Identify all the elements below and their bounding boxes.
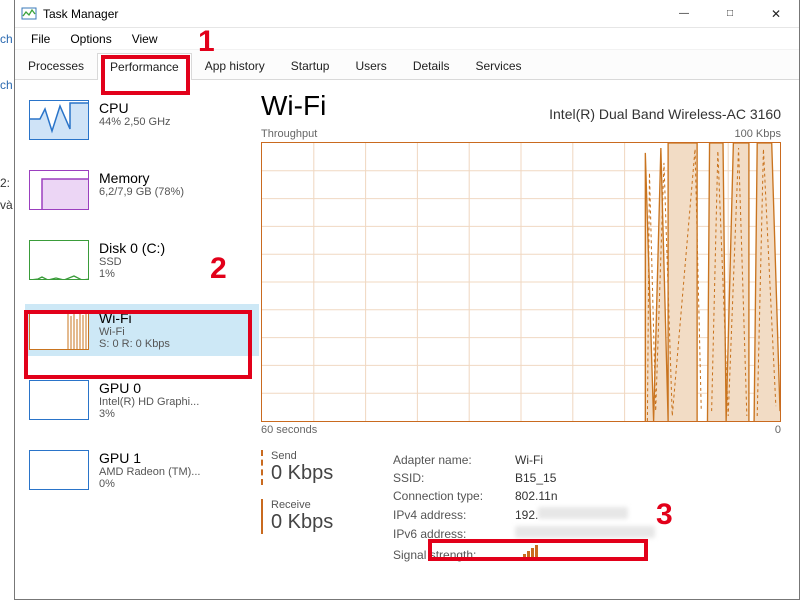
tab-details[interactable]: Details [400,52,463,79]
detail-title: Wi-Fi [261,90,326,122]
receive-value: 0 Kbps [271,511,391,534]
prop-val-ipv4: 192. [515,506,661,523]
prop-key: Connection type: [393,488,513,504]
titlebar: Task Manager — □ ✕ [15,0,799,28]
tab-startup[interactable]: Startup [278,52,343,79]
sidebar-item-sub: SSD [99,256,165,268]
prop-key: Adapter name: [393,452,513,468]
sidebar-item-label: GPU 1 [99,450,200,466]
network-properties: Adapter name: Wi-Fi SSID: B15_15 Connect… [391,450,663,567]
redacted-ip [538,507,628,519]
close-button[interactable]: ✕ [753,0,799,28]
sidebar-item-label: Wi-Fi [99,310,170,326]
bg-text: và [0,198,14,212]
tab-users[interactable]: Users [342,52,399,79]
sidebar-item-label: GPU 0 [99,380,199,396]
signal-bars-icon [519,545,538,561]
sidebar-item-label: Disk 0 (C:) [99,240,165,256]
sidebar-item-sub: 6,2/7,9 GB (78%) [99,186,184,198]
redacted-ip6 [515,526,655,538]
menu-options[interactable]: Options [60,30,121,48]
memory-thumb-icon [29,170,89,210]
prop-key: SSID: [393,470,513,486]
throughput-graph [261,142,781,422]
sidebar-item-cpu[interactable]: CPU 44% 2,50 GHz [25,94,259,146]
receive-label: Receive [271,499,391,511]
bg-text: 2: [0,176,14,190]
bg-text: ch [0,32,14,46]
bg-text: ch [0,78,14,92]
sidebar-item-sub: AMD Radeon (TM)... [99,466,200,478]
prop-key: IPv4 address: [393,506,513,523]
sidebar-item-sub: 44% 2,50 GHz [99,116,171,128]
tab-services[interactable]: Services [463,52,535,79]
performance-body: CPU 44% 2,50 GHz Memory 6,2/7,9 GB (78%) [15,80,799,599]
sidebar-item-sub: Intel(R) HD Graphi... [99,396,199,408]
tab-app-history[interactable]: App history [192,52,278,79]
sidebar-item-sub2: 3% [99,408,199,420]
adapter-name: Intel(R) Dual Band Wireless-AC 3160 [549,106,781,122]
menubar: File Options View [15,28,799,50]
tabs: Processes Performance App history Startu… [15,50,799,80]
cpu-thumb-icon [29,100,89,140]
sidebar-item-sub2: 0% [99,478,200,490]
prop-val-ipv6 [515,525,661,542]
graph-zero: 0 [775,424,781,436]
gpu0-thumb-icon [29,380,89,420]
send-value: 0 Kbps [271,462,391,485]
prop-val-signal [515,544,661,565]
sidebar-item-sub: Wi-Fi [99,326,170,338]
performance-detail: Wi-Fi Intel(R) Dual Band Wireless-AC 316… [261,80,799,599]
sidebar-item-gpu0[interactable]: GPU 0 Intel(R) HD Graphi... 3% [25,374,259,426]
graph-max: 100 Kbps [735,128,781,140]
task-manager-window: Task Manager — □ ✕ File Options View Pro… [14,0,800,600]
maximize-button[interactable]: □ [707,0,753,28]
gpu1-thumb-icon [29,450,89,490]
tab-processes[interactable]: Processes [15,52,97,79]
menu-view[interactable]: View [122,30,168,48]
sidebar-item-disk0[interactable]: Disk 0 (C:) SSD 1% [25,234,259,286]
prop-val-conntype: 802.11n [515,488,661,504]
disk-thumb-icon [29,240,89,280]
graph-label: Throughput [261,128,317,140]
prop-key: IPv6 address: [393,525,513,542]
send-label: Send [271,450,391,462]
performance-sidebar: CPU 44% 2,50 GHz Memory 6,2/7,9 GB (78%) [15,80,261,599]
window-title: Task Manager [43,7,118,21]
graph-timespan: 60 seconds [261,424,317,436]
sidebar-item-gpu1[interactable]: GPU 1 AMD Radeon (TM)... 0% [25,444,259,496]
wifi-thumb-icon [29,310,89,350]
prop-val-ssid: B15_15 [515,470,661,486]
sidebar-item-wifi[interactable]: Wi-Fi Wi-Fi S: 0 R: 0 Kbps [25,304,259,356]
sidebar-item-memory[interactable]: Memory 6,2/7,9 GB (78%) [25,164,259,216]
sidebar-item-sub2: 1% [99,268,165,280]
prop-val-adapter: Wi-Fi [515,452,661,468]
app-icon [21,6,37,22]
sidebar-item-sub2: S: 0 R: 0 Kbps [99,338,170,350]
prop-key: Signal strength: [393,544,513,565]
sidebar-item-label: Memory [99,170,184,186]
tab-performance[interactable]: Performance [97,53,192,80]
menu-file[interactable]: File [21,30,60,48]
minimize-button[interactable]: — [661,0,707,28]
sidebar-item-label: CPU [99,100,171,116]
